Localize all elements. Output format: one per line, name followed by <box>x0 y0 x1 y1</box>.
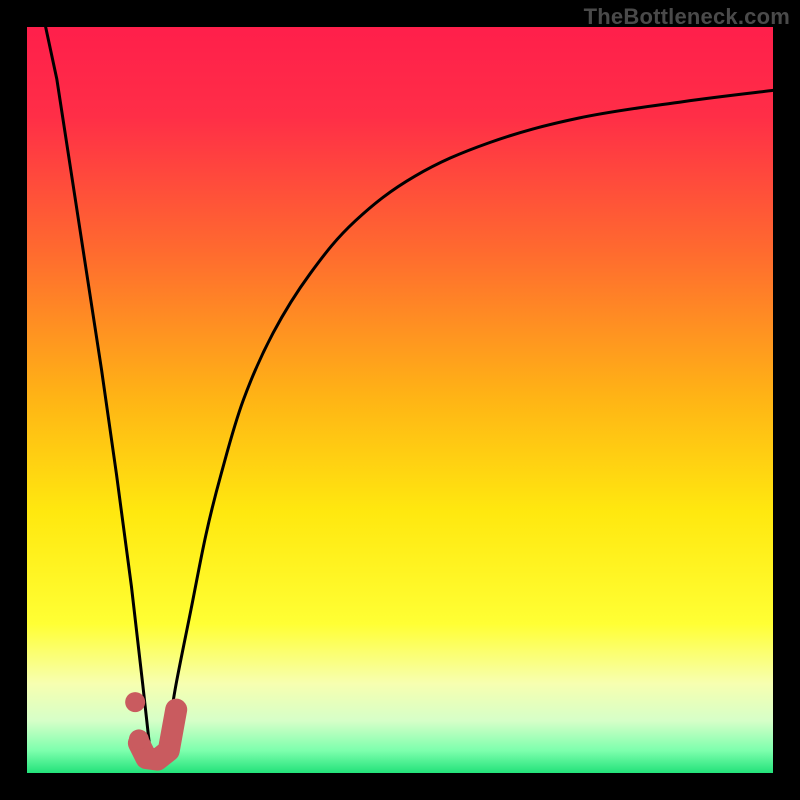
bottleneck-chart <box>0 0 800 800</box>
watermark-text: TheBottleneck.com <box>584 4 790 30</box>
marker-dot-0 <box>125 692 145 712</box>
marker-dot-1 <box>129 729 149 749</box>
chart-frame: TheBottleneck.com <box>0 0 800 800</box>
